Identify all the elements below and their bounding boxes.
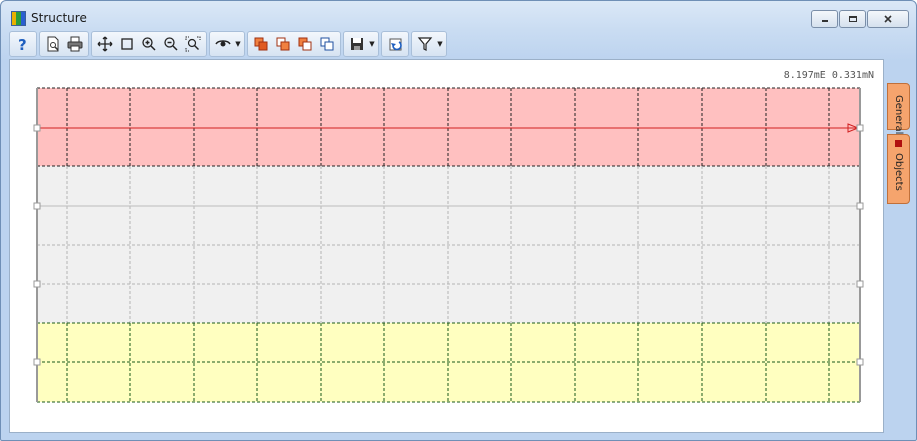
node-handle[interactable] (33, 358, 41, 366)
save-dropdown[interactable]: ▼ (368, 33, 376, 55)
restore-button[interactable] (839, 10, 866, 28)
save-button[interactable] (346, 33, 368, 55)
filter-dropdown[interactable]: ▼ (436, 33, 444, 55)
view-button[interactable] (212, 33, 234, 55)
toolbar-group-copy (247, 31, 341, 57)
tab-objects[interactable]: Objects (887, 134, 910, 204)
eye-icon (215, 40, 231, 47)
window-title: Structure (31, 11, 87, 25)
zoom-extents-icon (185, 36, 201, 52)
node-handle[interactable] (33, 280, 41, 288)
structure-canvas[interactable] (10, 60, 883, 432)
toolbar-group-zoom (91, 31, 207, 57)
zoom-out-button[interactable] (160, 33, 182, 55)
toolbar-group-refresh (381, 31, 409, 57)
print-preview-button[interactable] (42, 33, 64, 55)
chevron-down-icon: ▼ (437, 40, 443, 48)
floppy-icon (351, 38, 363, 50)
zoom-window-button[interactable] (116, 33, 138, 55)
title-bar[interactable]: Structure (1, 1, 916, 31)
restore-icon (848, 16, 857, 22)
tab-general[interactable]: General (887, 83, 910, 134)
print-button[interactable] (64, 33, 86, 55)
toolbar-group-print (39, 31, 89, 57)
undo-icon (389, 38, 402, 51)
copy-style-1-button[interactable] (250, 33, 272, 55)
copy-icon (276, 37, 290, 51)
copy-style-2-button[interactable] (272, 33, 294, 55)
minimize-button[interactable] (811, 10, 838, 28)
print-preview-icon (47, 36, 59, 52)
help-button[interactable]: ? (12, 33, 34, 55)
refresh-button[interactable] (384, 33, 406, 55)
filter-button[interactable] (414, 33, 436, 55)
zoom-extents-button[interactable] (182, 33, 204, 55)
copy-style-3-button[interactable] (294, 33, 316, 55)
copy-icon (298, 37, 312, 51)
copy-style-4-button[interactable] (316, 33, 338, 55)
toolbar-group-help: ? (9, 31, 37, 57)
objects-color-icon (895, 140, 902, 147)
question-mark-icon: ? (18, 36, 27, 52)
filter-icon (417, 37, 433, 51)
node-handle[interactable] (33, 124, 41, 132)
structure-window: Structure ? ▼ ▼ ▼ 8.197mE 0.331mN Genera… (0, 0, 917, 441)
printer-icon (67, 36, 83, 52)
node-handle[interactable] (856, 124, 864, 132)
minimize-icon (821, 20, 828, 22)
chevron-down-icon: ▼ (235, 40, 241, 48)
copy-icon (254, 37, 268, 51)
chevron-down-icon: ▼ (369, 40, 375, 48)
close-button[interactable] (867, 10, 909, 28)
rectangle-icon (121, 38, 133, 50)
drawing-area[interactable]: 8.197mE 0.331mN (9, 59, 884, 433)
node-handle[interactable] (856, 358, 864, 366)
app-icon (11, 11, 26, 26)
tab-general-label: General (893, 95, 904, 135)
toolbar-group-save: ▼ (343, 31, 379, 57)
zoom-out-icon (164, 37, 178, 51)
node-handle[interactable] (33, 202, 41, 210)
copy-icon (320, 37, 334, 51)
view-dropdown[interactable]: ▼ (234, 33, 242, 55)
node-handle[interactable] (856, 202, 864, 210)
tab-objects-label: Objects (893, 153, 904, 191)
zoom-in-icon (142, 37, 156, 51)
svg-text:?: ? (18, 36, 27, 52)
zoom-in-button[interactable] (138, 33, 160, 55)
node-handle[interactable] (856, 280, 864, 288)
toolbar-group-filter: ▼ (411, 31, 447, 57)
close-icon (884, 15, 892, 23)
toolbar: ? ▼ ▼ ▼ (9, 31, 449, 57)
toolbar-group-view: ▼ (209, 31, 245, 57)
move-icon (97, 36, 113, 52)
pan-button[interactable] (94, 33, 116, 55)
